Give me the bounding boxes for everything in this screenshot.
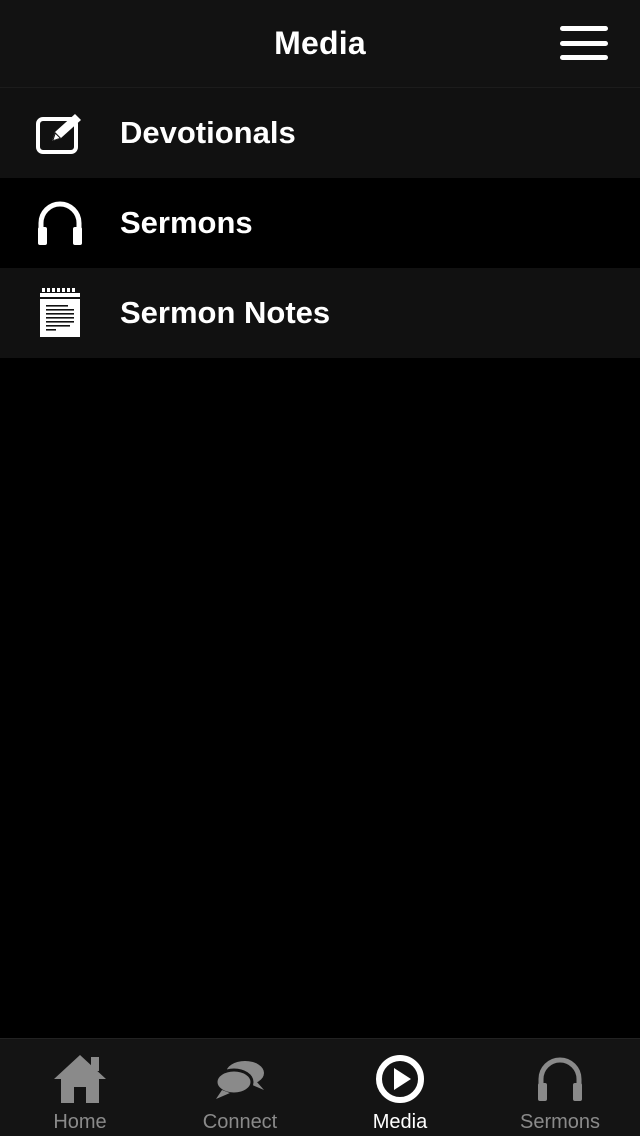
tab-label: Home xyxy=(53,1111,107,1133)
home-icon xyxy=(52,1051,108,1107)
tab-sermons[interactable]: Sermons xyxy=(480,1039,640,1136)
media-list: Devotionals Sermons Sermon Notes xyxy=(0,88,640,358)
edit-note-icon xyxy=(0,111,120,155)
nav-bar: Media xyxy=(0,0,640,88)
list-item-label: Sermon Notes xyxy=(120,295,331,330)
list-item-label: Sermons xyxy=(120,205,253,240)
play-circle-icon xyxy=(372,1051,428,1107)
notepad-icon xyxy=(0,287,120,339)
headphones-icon xyxy=(532,1051,588,1107)
tab-connect[interactable]: Connect xyxy=(160,1039,320,1136)
list-item-devotionals[interactable]: Devotionals xyxy=(0,88,640,178)
list-item-sermons[interactable]: Sermons xyxy=(0,178,640,268)
tab-home[interactable]: Home xyxy=(0,1039,160,1136)
chat-bubbles-icon xyxy=(212,1051,268,1107)
hamburger-menu-icon[interactable] xyxy=(560,26,608,60)
tab-label: Connect xyxy=(202,1111,278,1133)
headphones-icon xyxy=(0,199,120,247)
tab-label: Media xyxy=(372,1111,428,1133)
page-title: Media xyxy=(274,25,366,61)
list-item-label: Devotionals xyxy=(120,115,296,150)
list-item-sermon-notes[interactable]: Sermon Notes xyxy=(0,268,640,358)
tab-bar: Home Connect Media Sermons xyxy=(0,1038,640,1136)
tab-label: Sermons xyxy=(519,1111,601,1133)
tab-media[interactable]: Media xyxy=(320,1039,480,1136)
